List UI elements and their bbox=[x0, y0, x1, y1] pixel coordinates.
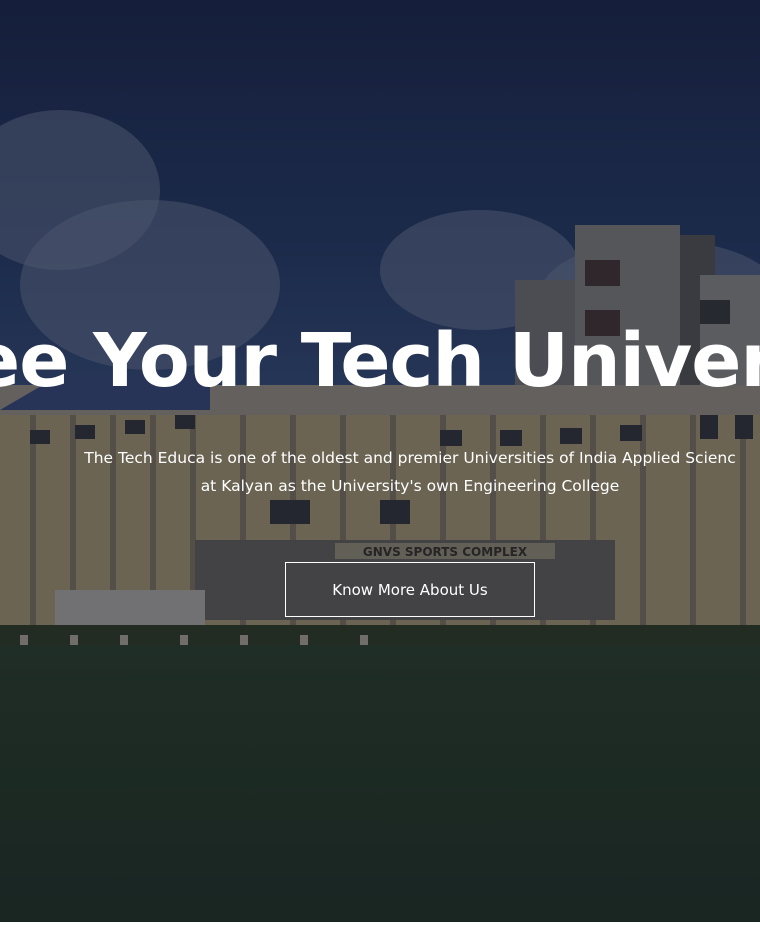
know-more-button[interactable]: Know More About Us bbox=[285, 562, 535, 617]
hero-description-line-1: The Tech Educa is one of the oldest and … bbox=[84, 449, 736, 467]
hero-section: GNVS SPORTS COMPLEX ee Your Tech Univers… bbox=[0, 0, 760, 927]
hero-title: ee Your Tech Univers bbox=[0, 318, 760, 404]
hero-description-line-2: at Kalyan as the University's own Engine… bbox=[200, 477, 620, 495]
hero-description: The Tech Educa is one of the oldest and … bbox=[30, 444, 760, 500]
hero-content: ee Your Tech Univers The Tech Educa is o… bbox=[0, 0, 760, 927]
section-divider bbox=[0, 922, 760, 927]
